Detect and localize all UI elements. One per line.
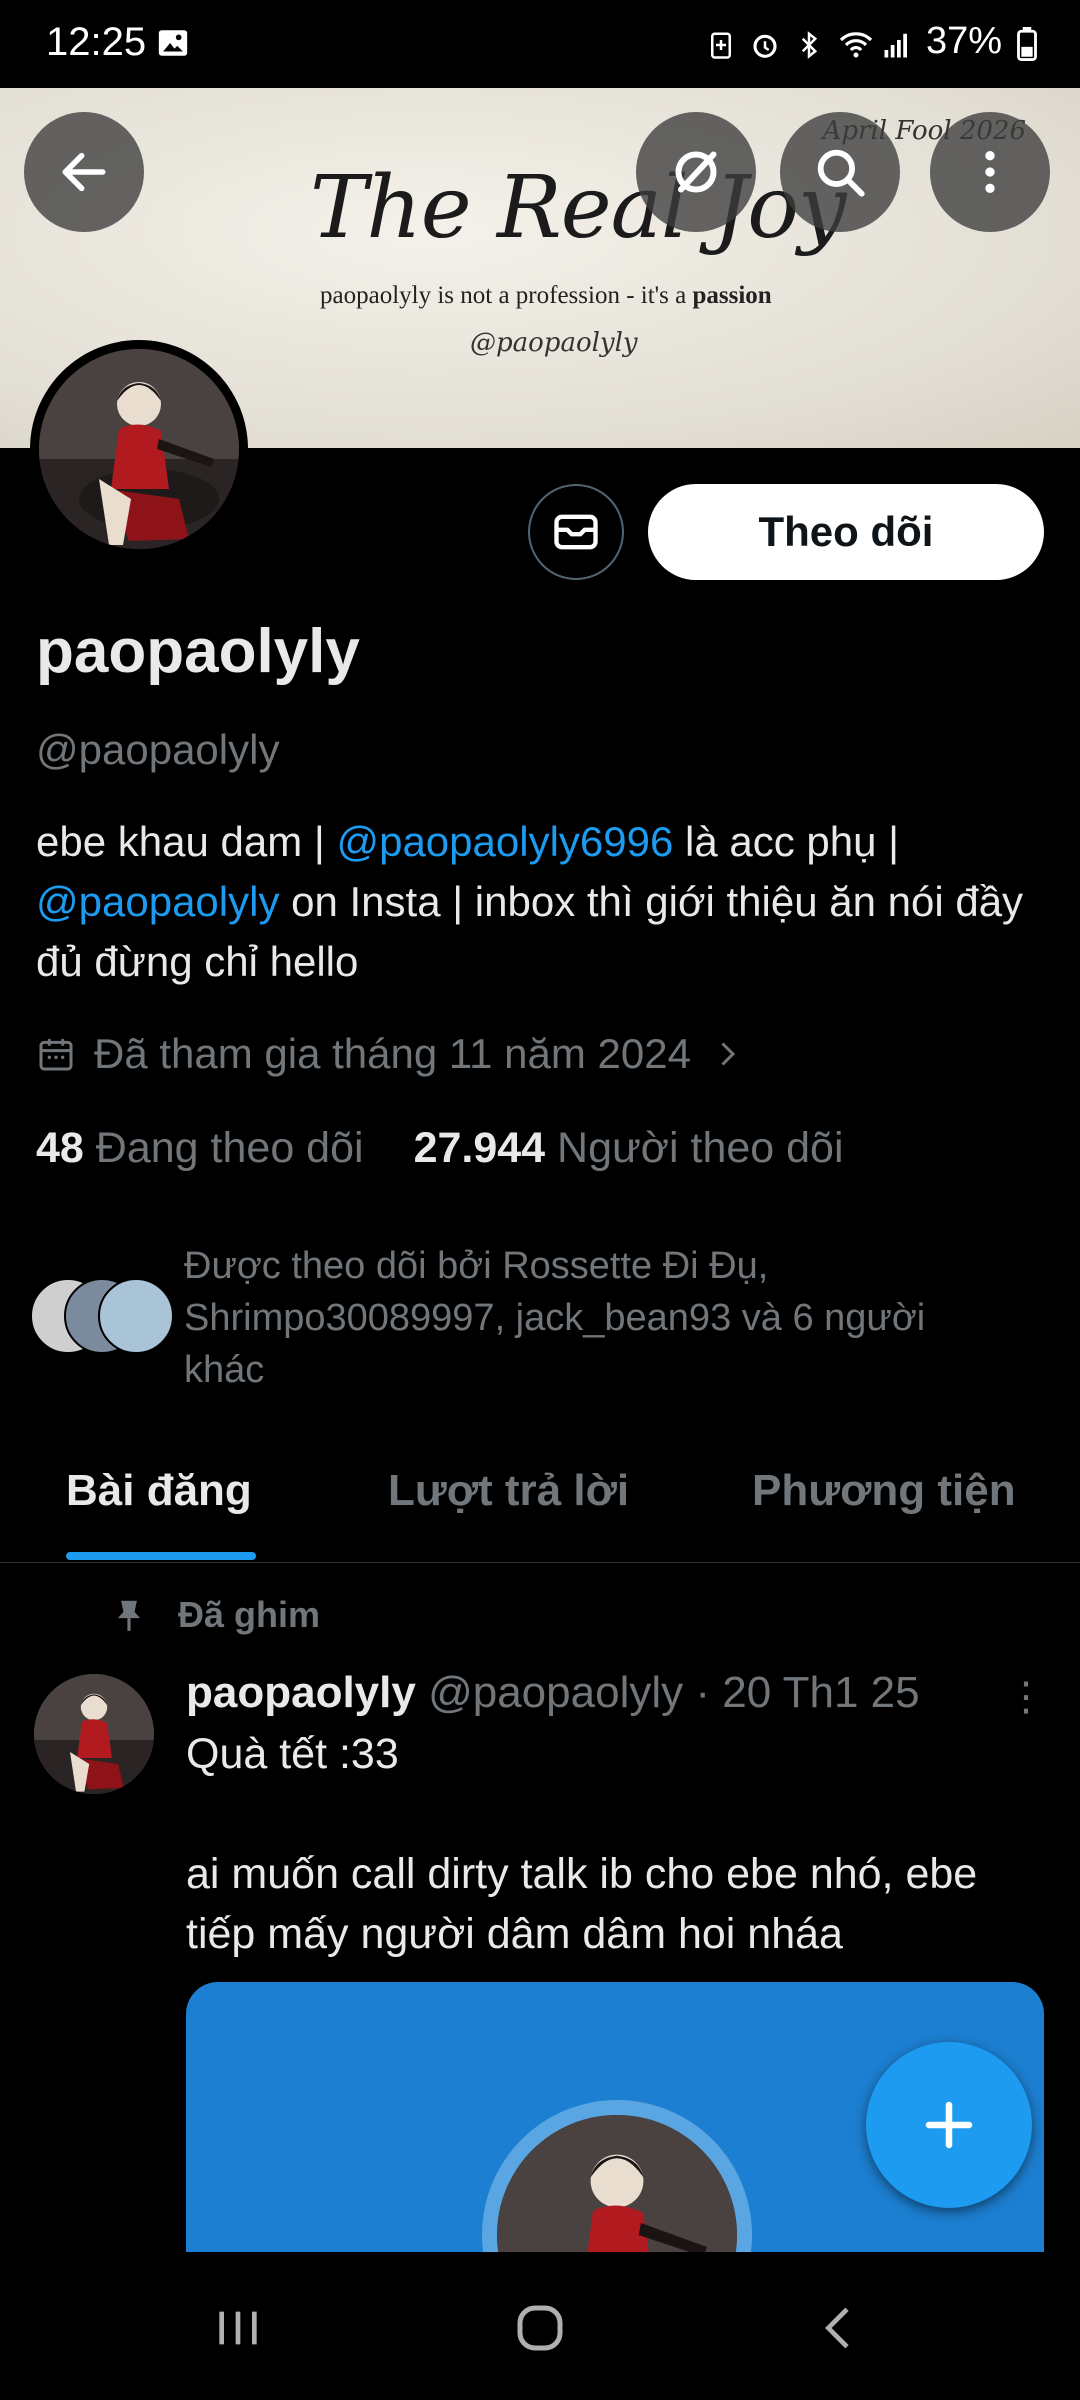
- chevron-right-icon: [721, 1042, 736, 1066]
- battery-percent: 37%: [925, 20, 1002, 62]
- compose-button[interactable]: [866, 2042, 1032, 2208]
- profile-tabs: Bài đăng Lượt trả lời Phương tiện: [0, 1440, 1080, 1563]
- more-options-button[interactable]: [930, 112, 1050, 232]
- bio-text: là acc phụ |: [673, 818, 900, 865]
- pinned-label: Đã ghim: [178, 1594, 321, 1635]
- followers-stat[interactable]: 27.944 Người theo dõi: [414, 1124, 844, 1173]
- profile-bio: ebe khau dam | @paopaolyly6996 là acc ph…: [36, 812, 1046, 992]
- avatar: [98, 1278, 174, 1354]
- display-name: paopaolyly: [36, 617, 360, 686]
- status-bar: 12:25 37%: [0, 0, 1080, 88]
- home-icon: [517, 2305, 563, 2351]
- media-image: [482, 2100, 752, 2252]
- follow-stats: 48 Đang theo dõi 27.944 Người theo dõi: [36, 1124, 844, 1173]
- search-icon: [817, 149, 865, 197]
- pin-icon: [117, 1600, 141, 1631]
- calendar-icon: [39, 1039, 73, 1071]
- plus-icon: [925, 2101, 973, 2149]
- envelope-icon: [554, 514, 598, 550]
- pinned-indicator: Đã ghim: [110, 1594, 320, 1636]
- profile-avatar[interactable]: [30, 340, 248, 558]
- grok-icon: [675, 151, 717, 193]
- search-button[interactable]: [780, 112, 900, 232]
- post-more-button[interactable]: ⋮: [1006, 1674, 1046, 1720]
- joined-date-row[interactable]: Đã tham gia tháng 11 năm 2024: [36, 1030, 745, 1078]
- post-text: Quà tết :33 ai muốn call dirty talk ib c…: [186, 1730, 978, 1958]
- tab-replies[interactable]: Lượt trả lời: [388, 1466, 629, 1516]
- profile-handle: @paopaolyly: [36, 726, 280, 773]
- alarm-icon: [750, 27, 780, 58]
- following-stat[interactable]: 48 Đang theo dõi: [36, 1124, 364, 1173]
- home-button[interactable]: [510, 2298, 570, 2363]
- grok-button[interactable]: [636, 112, 756, 232]
- post-author-avatar[interactable]: [34, 1674, 154, 1794]
- banner-subtitle: paopaolyly is not a profession - it's a …: [320, 282, 772, 309]
- signal-icon: [882, 27, 912, 57]
- post-author-name[interactable]: paopaolyly: [186, 1668, 416, 1717]
- avatar-image: [39, 349, 239, 549]
- post-handle-date: @paopaolyly · 20 Th1 25: [428, 1668, 920, 1717]
- joined-date: Đã tham gia tháng 11 năm 2024: [94, 1030, 691, 1077]
- battery-saver-icon: [706, 27, 736, 59]
- battery-icon: [1016, 26, 1046, 61]
- status-right: 37%: [706, 20, 1046, 63]
- banner-title: The Real Joy: [310, 158, 847, 258]
- bio-mention-link[interactable]: @paopaolyly6996: [336, 818, 673, 865]
- message-button[interactable]: [528, 484, 624, 580]
- status-time: 12:25: [46, 20, 147, 64]
- active-tab-indicator: [66, 1552, 256, 1560]
- recent-apps-button[interactable]: [210, 2300, 266, 2361]
- bio-mention-link[interactable]: @paopaolyly: [36, 878, 279, 925]
- follow-button[interactable]: Theo dõi: [648, 484, 1044, 580]
- followed-by-text[interactable]: Được theo dõi bởi Rossette Đi Đụ, Shrimp…: [184, 1240, 1014, 1396]
- system-nav-bar: [0, 2256, 1080, 2400]
- post-header: paopaolyly @paopaolyly · 20 Th1 25: [186, 1668, 920, 1718]
- arrow-left-icon: [62, 152, 106, 192]
- recents-icon: [219, 2311, 257, 2345]
- image-icon: [156, 26, 190, 65]
- wifi-icon: [838, 27, 873, 57]
- more-vertical-icon: [985, 151, 995, 193]
- bio-text: ebe khau dam |: [36, 818, 337, 865]
- tab-media[interactable]: Phương tiện: [752, 1466, 1016, 1516]
- tab-posts[interactable]: Bài đăng: [66, 1466, 252, 1516]
- chevron-left-icon: [825, 2307, 849, 2349]
- back-nav-button[interactable]: [812, 2300, 868, 2361]
- banner-handle: @paopaolyly: [470, 328, 638, 358]
- back-button[interactable]: [24, 112, 144, 232]
- bluetooth-icon: [794, 27, 824, 59]
- followed-by-avatars[interactable]: [30, 1278, 180, 1354]
